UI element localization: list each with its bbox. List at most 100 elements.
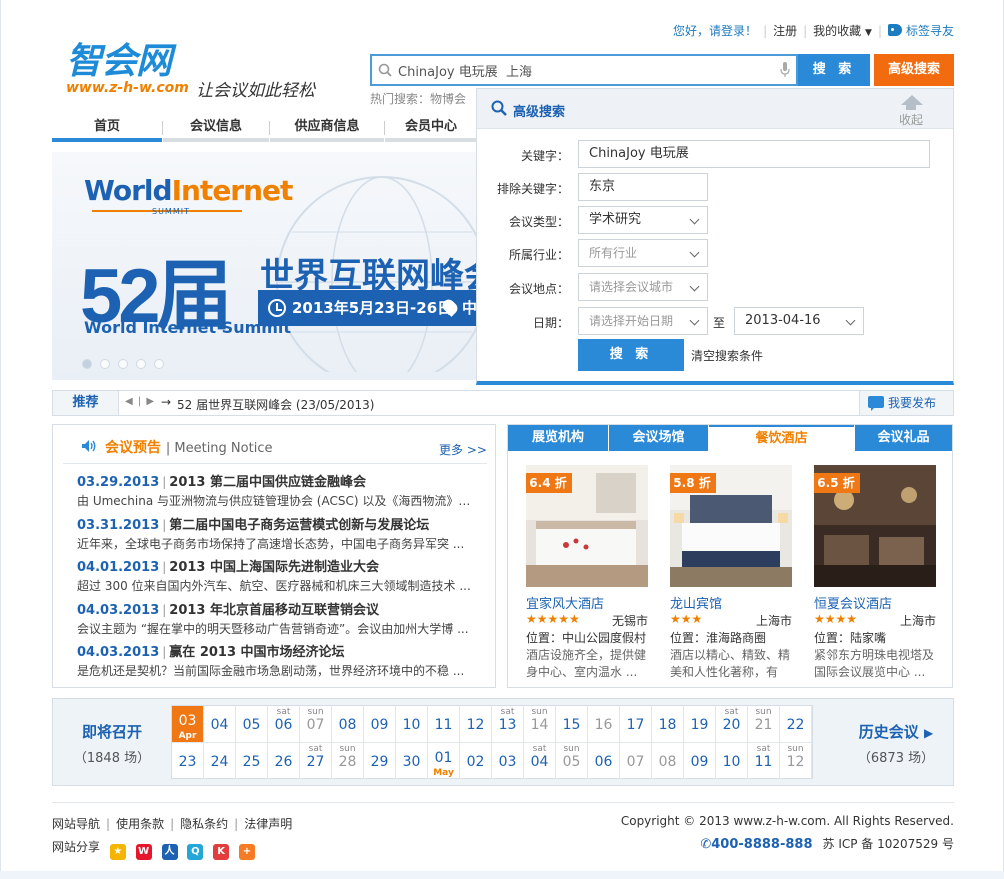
calendar-day[interactable]: 10 bbox=[396, 706, 428, 742]
start-date-select[interactable]: 请选择开始日期 bbox=[578, 307, 708, 335]
calendar-day[interactable]: 22 bbox=[780, 706, 812, 742]
search-button[interactable]: 搜 索 bbox=[798, 54, 870, 86]
nav-item-suppliers[interactable]: 供应商信息 bbox=[270, 116, 384, 142]
advanced-search-button[interactable]: 高级搜索 bbox=[874, 54, 954, 86]
notice-item[interactable]: 04.01.2013 | 2013 中国上海国际先进制造业大会 超过 300 位来自… bbox=[77, 556, 477, 594]
more-share-icon[interactable]: + bbox=[238, 844, 255, 860]
calendar-day[interactable]: 18 bbox=[652, 706, 684, 742]
tab-exhibition[interactable]: 展览机构 bbox=[508, 425, 608, 451]
calendar-day[interactable]: 26 bbox=[268, 743, 300, 779]
hotel-card[interactable]: 6.4 折 宜家风大酒店 ★★★★★ 无锡市 位置：中山公园度假村 酒店设施齐全，… bbox=[526, 465, 648, 681]
banner-dot[interactable] bbox=[136, 359, 146, 369]
banner-dot[interactable] bbox=[118, 359, 128, 369]
hotel-photo[interactable]: 5.8 折 bbox=[670, 465, 792, 587]
calendar-day[interactable]: sat 04 bbox=[524, 743, 556, 779]
calendar-day[interactable]: 24 bbox=[204, 743, 236, 779]
notice-item[interactable]: 03.31.2013 | 第二届中国电子商务运营模式创新与发展论坛 近年来，全球电子… bbox=[77, 514, 477, 552]
banner-dot[interactable] bbox=[154, 359, 164, 369]
banner-dot[interactable] bbox=[82, 359, 92, 369]
notice-item[interactable]: 04.03.2013 | 赢在 2013 中国市场经济论坛 是危机还是契机？当前国际… bbox=[77, 641, 477, 679]
nav-item-member[interactable]: 会员中心 bbox=[385, 116, 477, 142]
upcoming-title[interactable]: 即将召开 bbox=[53, 721, 171, 742]
notice-item[interactable]: 04.03.2013 | 2013 年北京首届移动互联营销会议 会议主题为 “握在掌… bbox=[77, 599, 477, 637]
login-link[interactable]: 您好，请登录！ bbox=[667, 22, 763, 39]
tag-finder-link[interactable]: 标签寻友 bbox=[882, 22, 960, 39]
location-select[interactable]: 请选择会议城市 bbox=[578, 273, 708, 301]
calendar-day[interactable]: sun 14 bbox=[524, 706, 556, 742]
calendar-day[interactable]: 30 bbox=[396, 743, 428, 779]
calendar-day[interactable]: 09 bbox=[684, 743, 716, 779]
clear-search-link[interactable]: 清空搜索条件 bbox=[691, 347, 763, 364]
calendar-day[interactable]: sun 05 bbox=[556, 743, 588, 779]
end-date-select[interactable]: 2013-04-16 bbox=[734, 307, 864, 335]
hotel-photo[interactable]: 6.5 折 bbox=[814, 465, 936, 587]
register-link[interactable]: 注册 bbox=[767, 22, 803, 39]
calendar-day[interactable]: 06 bbox=[588, 743, 620, 779]
banner-dot[interactable] bbox=[100, 359, 110, 369]
calendar-day[interactable]: 11 bbox=[428, 706, 460, 742]
weibo-icon[interactable]: W bbox=[135, 844, 152, 860]
calendar-day[interactable]: 08 bbox=[652, 743, 684, 779]
hotel-name[interactable]: 龙山宾馆 bbox=[670, 593, 792, 612]
calendar-day[interactable]: sat 27 bbox=[300, 743, 332, 779]
footer-link-legal[interactable]: 法律声明 bbox=[244, 817, 292, 831]
footer-link-terms[interactable]: 使用条款 bbox=[116, 817, 164, 831]
calendar-day[interactable]: sat 06 bbox=[268, 706, 300, 742]
notice-item[interactable]: 03.29.2013 | 2013 第二届中国供应链金融峰会 由 Umechina … bbox=[77, 471, 477, 509]
hotel-card[interactable]: 5.8 折 龙山宾馆 ★★★ 上海市 位置：淮海路商圈 酒店以精心、精致、精美和人… bbox=[670, 465, 792, 681]
renren-icon[interactable]: 人 bbox=[161, 844, 178, 860]
calendar-day[interactable]: 03 bbox=[492, 743, 524, 779]
industry-select[interactable]: 所有行业 bbox=[578, 239, 708, 267]
exclude-keyword-field[interactable]: 东京 bbox=[578, 173, 708, 201]
calendar-day[interactable]: 16 bbox=[588, 706, 620, 742]
advanced-search-submit[interactable]: 搜 索 bbox=[578, 339, 684, 371]
hotel-name[interactable]: 宜家风大酒店 bbox=[526, 593, 648, 612]
calendar-day[interactable]: 10 bbox=[716, 743, 748, 779]
calendar-day[interactable]: 25 bbox=[236, 743, 268, 779]
hotel-photo[interactable]: 6.4 折 bbox=[526, 465, 648, 587]
hotel-name[interactable]: 恒夏会议酒店 bbox=[814, 593, 936, 612]
site-logo[interactable]: 智会网 www.z-h-w.com 让会议如此轻松 bbox=[66, 30, 336, 101]
calendar-day[interactable]: 23 bbox=[172, 743, 204, 779]
recommend-controls[interactable]: ◀ | ▶ bbox=[125, 396, 155, 407]
search-input[interactable] bbox=[398, 56, 768, 84]
hotel-card[interactable]: 6.5 折 恒夏会议酒店 ★★★★ 上海市 位置：陆家嘴 紧邻东方明珠电视塔及国际… bbox=[814, 465, 936, 681]
footer-link-sitemap[interactable]: 网站导航 bbox=[52, 817, 100, 831]
tab-hotels[interactable]: 餐饮酒店 bbox=[709, 425, 854, 451]
calendar-day[interactable]: 03 Apr bbox=[172, 706, 204, 742]
kaixin-icon[interactable]: K bbox=[213, 844, 230, 860]
calendar-day[interactable]: sun 07 bbox=[300, 706, 332, 742]
meeting-type-select[interactable]: 学术研究 bbox=[578, 206, 708, 234]
calendar-day[interactable]: 08 bbox=[332, 706, 364, 742]
hot-search[interactable]: 热门搜索：物博会 bbox=[370, 90, 466, 107]
microphone-icon[interactable] bbox=[780, 62, 790, 78]
calendar-day[interactable]: 09 bbox=[364, 706, 396, 742]
calendar-day[interactable]: 07 bbox=[620, 743, 652, 779]
calendar-day[interactable]: 04 bbox=[204, 706, 236, 742]
notice-more-link[interactable]: 更多 >> bbox=[439, 441, 487, 458]
calendar-day[interactable]: sat 11 bbox=[748, 743, 780, 779]
calendar-day[interactable]: sun 21 bbox=[748, 706, 780, 742]
calendar-day[interactable]: 01 May bbox=[428, 743, 460, 779]
tencent-weibo-icon[interactable]: Q bbox=[187, 844, 204, 860]
tab-gifts[interactable]: 会议礼品 bbox=[855, 425, 952, 451]
calendar-day[interactable]: sun 28 bbox=[332, 743, 364, 779]
calendar-day[interactable]: sat 13 bbox=[492, 706, 524, 742]
collapse-button[interactable]: 收起 bbox=[889, 95, 933, 127]
calendar-day[interactable]: 15 bbox=[556, 706, 588, 742]
calendar-day[interactable]: 02 bbox=[460, 743, 492, 779]
keyword-field[interactable]: ChinaJoy 电玩展 bbox=[578, 140, 930, 168]
calendar-day[interactable]: sun 12 bbox=[780, 743, 812, 779]
calendar-day[interactable]: 12 bbox=[460, 706, 492, 742]
footer-link-privacy[interactable]: 隐私条约 bbox=[180, 817, 228, 831]
calendar-day[interactable]: 05 bbox=[236, 706, 268, 742]
calendar-day[interactable]: 19 bbox=[684, 706, 716, 742]
nav-item-home[interactable]: 首页 bbox=[52, 116, 162, 142]
favorites-menu[interactable]: 我的收藏 ▼ bbox=[807, 22, 878, 39]
calendar-day[interactable]: sat 20 bbox=[716, 706, 748, 742]
tab-venues[interactable]: 会议场馆 bbox=[609, 425, 708, 451]
calendar-day[interactable]: 29 bbox=[364, 743, 396, 779]
nav-item-meetings[interactable]: 会议信息 bbox=[163, 116, 269, 142]
banner[interactable]: WorldInternet SUMMIT 52届 世界互联网峰会 2013年5月… bbox=[52, 152, 478, 380]
publish-button[interactable]: 我要发布 bbox=[859, 391, 953, 415]
